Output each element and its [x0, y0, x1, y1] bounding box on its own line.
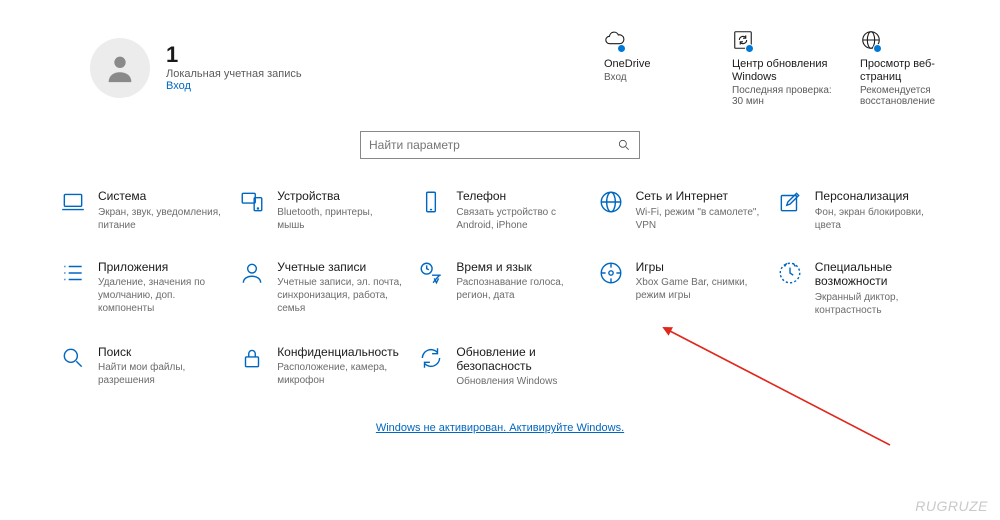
- tile-desc: Вход: [604, 72, 704, 83]
- category-title: Специальные возможности: [815, 260, 940, 289]
- tile-onedrive[interactable]: OneDrive Вход: [604, 28, 704, 107]
- user-account-block[interactable]: 1 Локальная учетная запись Вход: [90, 28, 302, 107]
- search-icon: [60, 345, 86, 371]
- category-desc: Удаление, значения по умолчанию, доп. ко…: [98, 276, 223, 315]
- tile-web-browse[interactable]: Просмотр веб-страниц Рекомендуется восст…: [860, 28, 960, 107]
- activation-link[interactable]: Windows не активирован. Активируйте Wind…: [376, 422, 624, 434]
- category-privacy[interactable]: Конфиденциальность Расположение, камера, …: [239, 345, 402, 389]
- activation-notice: Windows не активирован. Активируйте Wind…: [0, 422, 1000, 434]
- category-title: Игры: [636, 260, 761, 274]
- category-personalization[interactable]: Персонализация Фон, экран блокировки, цве…: [777, 189, 940, 231]
- tile-desc: Последняя проверка: 30 мин: [732, 85, 832, 107]
- category-desc: Учетные записи, эл. почта, синхронизация…: [277, 276, 402, 315]
- category-desc: Wi-Fi, режим "в самолете", VPN: [636, 206, 761, 232]
- tile-desc: Рекомендуется восстановление: [860, 85, 960, 107]
- category-desc: Найти мои файлы, разрешения: [98, 361, 223, 387]
- phone-icon: [418, 189, 444, 215]
- category-system[interactable]: Система Экран, звук, уведомления, питание: [60, 189, 223, 231]
- category-desc: Связать устройство с Android, iPhone: [456, 206, 581, 232]
- tile-windows-update[interactable]: Центр обновления Windows Последняя прове…: [732, 28, 832, 107]
- globe-icon: [598, 189, 624, 215]
- category-desc: Расположение, камера, микрофон: [277, 361, 402, 387]
- category-title: Учетные записи: [277, 260, 402, 274]
- person-icon: [239, 260, 265, 286]
- tile-title: OneDrive: [604, 58, 704, 71]
- lock-icon: [239, 345, 265, 371]
- category-title: Устройства: [277, 189, 402, 203]
- category-gaming[interactable]: Игры Xbox Game Bar, снимки, режим игры: [598, 260, 761, 317]
- category-update-sec[interactable]: Обновление и безопасностьОбновления Wind…: [418, 345, 581, 389]
- cloud-icon: [604, 28, 632, 52]
- avatar: [90, 38, 150, 98]
- category-apps[interactable]: Приложения Удаление, значения по умолчани…: [60, 260, 223, 317]
- category-desc: Экранный диктор, контрастность: [815, 291, 940, 317]
- category-desc: Фон, экран блокировки, цвета: [815, 206, 940, 232]
- list-icon: [60, 260, 86, 286]
- sync-icon: [418, 345, 444, 371]
- category-network[interactable]: Сеть и Интернет Wi-Fi, режим "в самолете"…: [598, 189, 761, 231]
- category-title: Конфиденциальность: [277, 345, 402, 359]
- user-signin-link[interactable]: Вход: [166, 80, 302, 92]
- category-title: Телефон: [456, 189, 581, 203]
- status-tiles: OneDrive Вход Центр обновления Windows П…: [604, 28, 960, 107]
- category-devices[interactable]: Устройства Bluetooth, принтеры, мышь: [239, 189, 402, 231]
- category-accessibility[interactable]: Специальные возможностиЭкранный диктор, …: [777, 260, 940, 317]
- category-title: Персонализация: [815, 189, 940, 203]
- category-title: Поиск: [98, 345, 223, 359]
- category-desc: Xbox Game Bar, снимки, режим игры: [636, 276, 761, 302]
- category-search-cat[interactable]: Поиск Найти мои файлы, разрешения: [60, 345, 223, 389]
- laptop-icon: [60, 189, 86, 215]
- access-icon: [777, 260, 803, 286]
- search-box[interactable]: [360, 131, 640, 159]
- user-account-type: Локальная учетная запись: [166, 68, 302, 80]
- refresh-box-icon: [732, 28, 760, 52]
- category-desc: Экран, звук, уведомления, питание: [98, 206, 223, 232]
- category-desc: Распознавание голоса, регион, дата: [456, 276, 581, 302]
- category-title: Сеть и Интернет: [636, 189, 761, 203]
- devices-icon: [239, 189, 265, 215]
- gaming-icon: [598, 260, 624, 286]
- category-desc: Bluetooth, принтеры, мышь: [277, 206, 402, 232]
- search-input[interactable]: [369, 138, 617, 152]
- category-accounts[interactable]: Учетные записи Учетные записи, эл. почта,…: [239, 260, 402, 317]
- user-name: 1: [166, 44, 302, 66]
- globe-icon: [860, 28, 888, 52]
- tile-title: Центр обновления Windows: [732, 58, 832, 84]
- category-desc: Обновления Windows: [456, 375, 581, 388]
- time-lang-icon: [418, 260, 444, 286]
- watermark: RUGRUZE: [915, 498, 988, 514]
- category-title: Время и язык: [456, 260, 581, 274]
- category-title: Обновление и безопасность: [456, 345, 581, 374]
- category-title: Приложения: [98, 260, 223, 274]
- settings-grid: Система Экран, звук, уведомления, питание…: [0, 163, 1000, 388]
- category-phone[interactable]: Телефон Связать устройство с Android, iPh…: [418, 189, 581, 231]
- category-time[interactable]: Время и язык Распознавание голоса, регион…: [418, 260, 581, 317]
- tile-title: Просмотр веб-страниц: [860, 58, 960, 84]
- search-icon: [617, 138, 631, 152]
- pen-box-icon: [777, 189, 803, 215]
- category-title: Система: [98, 189, 223, 203]
